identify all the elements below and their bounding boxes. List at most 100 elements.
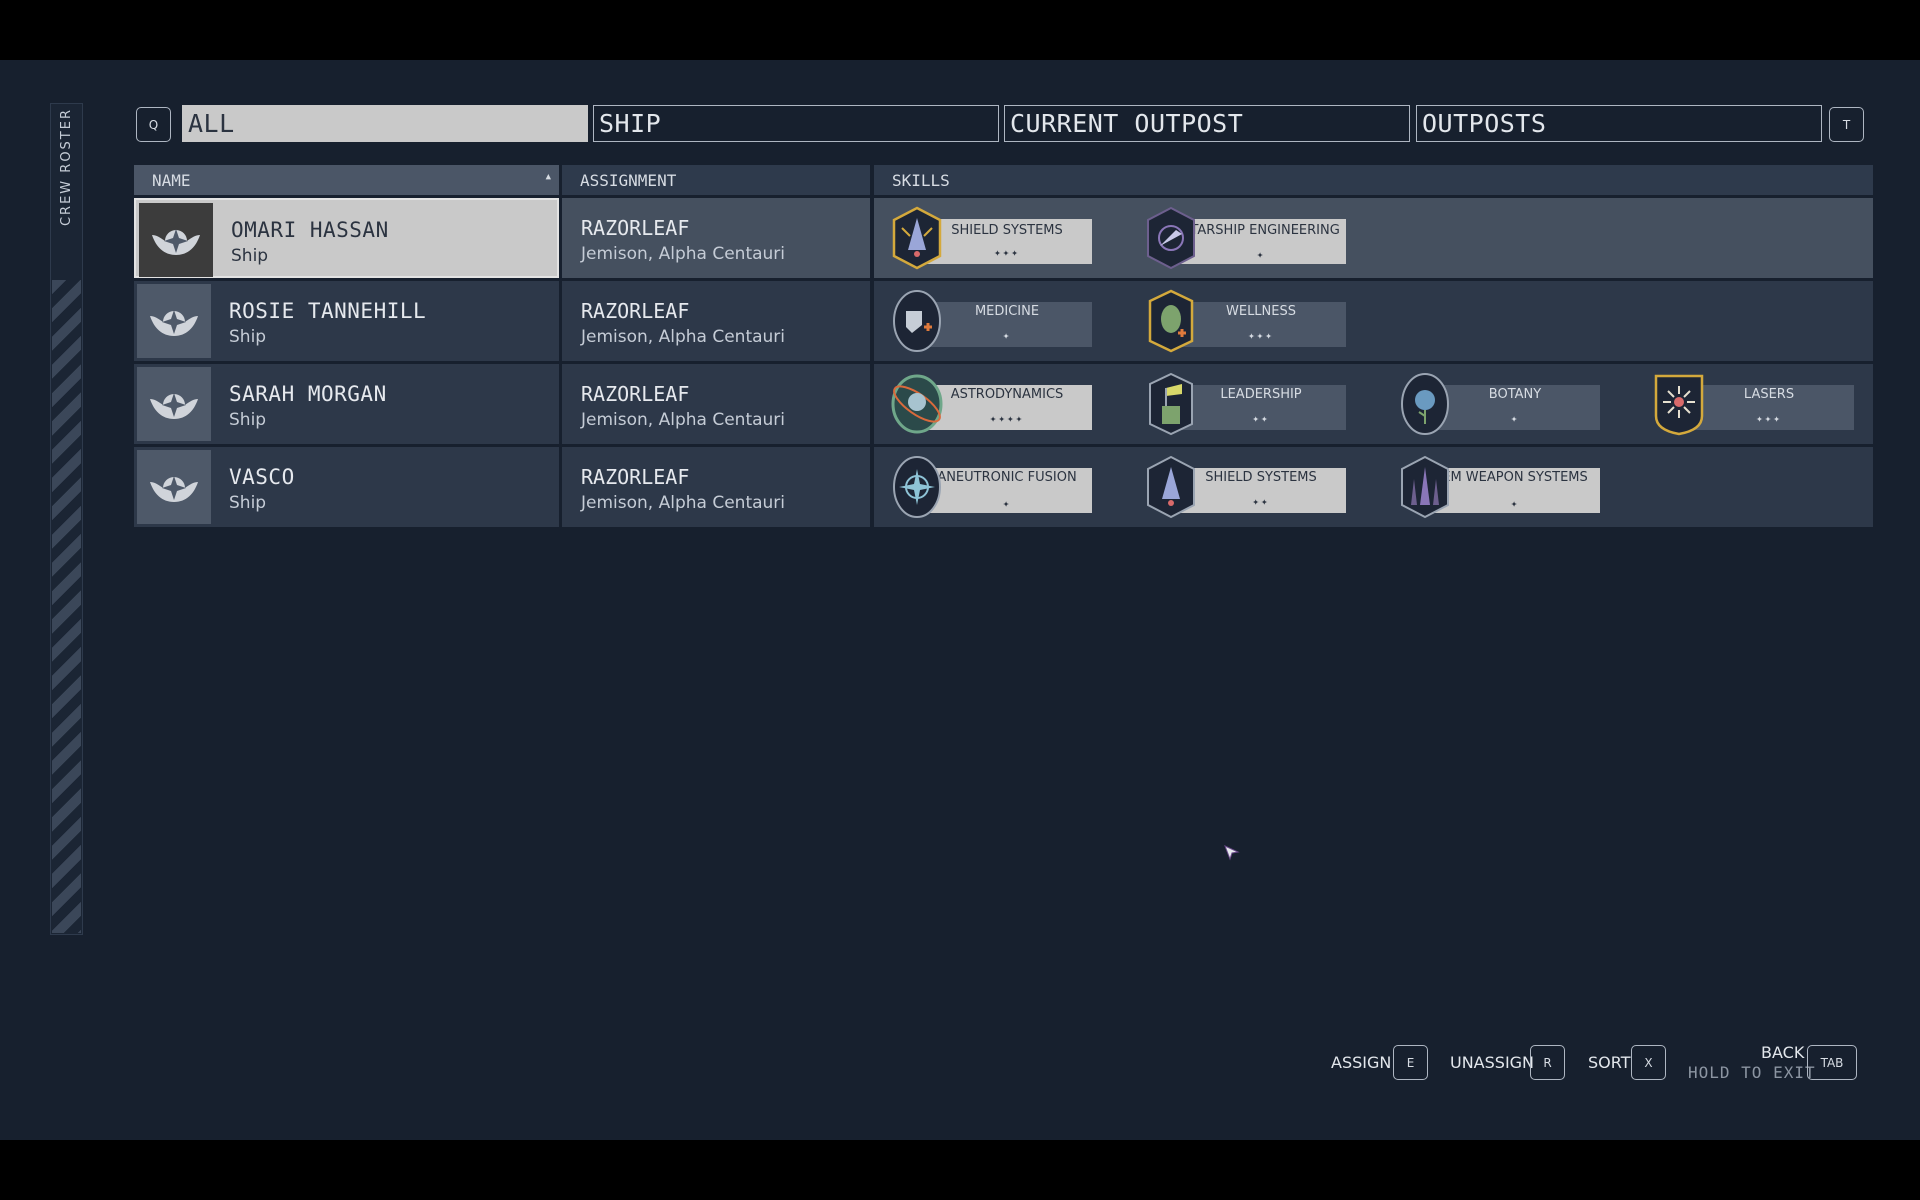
- hold-to-exit-label: HOLD TO EXIT: [1688, 1063, 1816, 1082]
- column-header-skills[interactable]: SKILLS: [874, 165, 1873, 195]
- medicine-patch-icon: [893, 290, 941, 352]
- assignment-ship: RAZORLEAF: [581, 465, 690, 489]
- skill-badge: ANEUTRONIC FUSION ✦: [892, 453, 1092, 521]
- assignment-cell: RAZORLEAF Jemison, Alpha Centauri: [562, 281, 870, 361]
- crew-name: OMARI HASSAN: [231, 218, 389, 242]
- starship-engineering-patch-icon: [1147, 206, 1195, 270]
- skill-badge: STARSHIP ENGINEERING ✦: [1146, 204, 1346, 272]
- skill-rank: ✦✦✦: [1248, 329, 1274, 342]
- assignment-ship: RAZORLEAF: [581, 216, 690, 240]
- avatar: [137, 284, 211, 358]
- aneutronic-fusion-patch-icon: [893, 456, 941, 518]
- leadership-patch-icon: [1149, 372, 1193, 436]
- skill-rank: ✦✦: [1252, 495, 1270, 508]
- tab-current-outpost[interactable]: CURRENT OUTPOST: [1004, 105, 1410, 142]
- crew-location: Ship: [231, 246, 269, 266]
- crew-location: Ship: [229, 493, 267, 513]
- skill-badge: LEADERSHIP ✦✦: [1146, 370, 1346, 438]
- shield-systems-patch-icon: [892, 206, 942, 270]
- skill-name: SHIELD SYSTEMS: [951, 223, 1063, 238]
- astrodynamics-patch-icon: [891, 374, 943, 434]
- lasers-patch-icon: [1654, 374, 1704, 436]
- tab-all[interactable]: ALL: [182, 105, 588, 142]
- crew-name: SARAH MORGAN: [229, 382, 387, 406]
- crew-emblem-icon: [152, 229, 200, 255]
- mouse-cursor-icon: [1224, 845, 1240, 861]
- prev-tab-key[interactable]: Q: [136, 107, 171, 142]
- assign-button[interactable]: E: [1393, 1045, 1428, 1080]
- skill-badge: WELLNESS ✦✦✦: [1146, 287, 1346, 355]
- skill-rank: ✦: [1510, 497, 1520, 510]
- crew-name: VASCO: [229, 465, 295, 489]
- skill-name: WELLNESS: [1226, 304, 1296, 319]
- skill-badge: EM WEAPON SYSTEMS ✦: [1400, 453, 1600, 521]
- avatar: [139, 203, 213, 277]
- skill-rank: ✦: [1256, 248, 1266, 261]
- skill-name: STARSHIP ENGINEERING: [1182, 223, 1340, 238]
- skill-badge: SHIELD SYSTEMS ✦✦✦: [892, 204, 1092, 272]
- tab-outposts[interactable]: OUTPOSTS: [1416, 105, 1822, 142]
- avatar: [137, 367, 211, 441]
- assignment-ship: RAZORLEAF: [581, 382, 690, 406]
- skill-name: BOTANY: [1488, 387, 1542, 402]
- column-header-assignment[interactable]: ASSIGNMENT: [562, 165, 870, 195]
- table-row[interactable]: OMARI HASSAN Ship RAZORLEAF Jemison, Alp…: [134, 198, 1873, 278]
- skill-name: LEADERSHIP: [1220, 387, 1302, 402]
- skill-name: ANEUTRONIC FUSION: [937, 470, 1077, 485]
- skill-name: EM WEAPON SYSTEMS: [1442, 470, 1588, 485]
- assignment-cell: RAZORLEAF Jemison, Alpha Centauri: [562, 364, 870, 444]
- crew-name: ROSIE TANNEHILL: [229, 299, 427, 323]
- skills-cell: ASTRODYNAMICS ✦✦✦✦ LEADERSHIP ✦✦ BOTANY …: [874, 364, 1873, 444]
- skill-name: LASERS: [1743, 387, 1795, 402]
- crew-emblem-icon: [150, 310, 198, 336]
- avatar: [137, 450, 211, 524]
- crew-emblem-icon: [150, 476, 198, 502]
- skill-name: MEDICINE: [974, 304, 1040, 319]
- crew-name-cell[interactable]: VASCO Ship: [134, 447, 559, 527]
- shield-systems-patch-icon: [1147, 455, 1195, 519]
- assignment-place: Jemison, Alpha Centauri: [581, 244, 786, 264]
- back-button[interactable]: TAB: [1807, 1045, 1857, 1080]
- crew-location: Ship: [229, 410, 267, 430]
- assignment-place: Jemison, Alpha Centauri: [581, 410, 786, 430]
- em-weapon-systems-patch-icon: [1401, 455, 1449, 519]
- skill-name: ASTRODYNAMICS: [950, 387, 1064, 402]
- tab-ship[interactable]: SHIP: [593, 105, 999, 142]
- unassign-button[interactable]: R: [1530, 1045, 1565, 1080]
- letterbox-top: [0, 0, 1920, 60]
- table-row[interactable]: VASCO Ship RAZORLEAF Jemison, Alpha Cent…: [134, 447, 1873, 527]
- crew-emblem-icon: [150, 393, 198, 419]
- table-row[interactable]: ROSIE TANNEHILL Ship RAZORLEAF Jemison, …: [134, 281, 1873, 361]
- skill-rank: ✦: [1510, 412, 1520, 425]
- crew-location: Ship: [229, 327, 267, 347]
- skills-cell: ANEUTRONIC FUSION ✦ SHIELD SYSTEMS ✦✦ EM…: [874, 447, 1873, 527]
- letterbox-bottom: [0, 1140, 1920, 1200]
- skill-rank: ✦✦✦: [994, 246, 1020, 259]
- skill-rank: ✦✦: [1252, 412, 1270, 425]
- assignment-place: Jemison, Alpha Centauri: [581, 327, 786, 347]
- next-tab-key[interactable]: T: [1829, 107, 1864, 142]
- skill-rank: ✦: [1002, 497, 1012, 510]
- crew-name-cell[interactable]: OMARI HASSAN Ship: [134, 198, 559, 278]
- crew-name-cell[interactable]: ROSIE TANNEHILL Ship: [134, 281, 559, 361]
- skill-badge: SHIELD SYSTEMS ✦✦: [1146, 453, 1346, 521]
- sort-button[interactable]: X: [1631, 1045, 1666, 1080]
- assignment-cell: RAZORLEAF Jemison, Alpha Centauri: [562, 198, 870, 278]
- assignment-ship: RAZORLEAF: [581, 299, 690, 323]
- skill-badge: MEDICINE ✦: [892, 287, 1092, 355]
- unassign-label: UNASSIGN: [1450, 1053, 1535, 1072]
- back-label: BACK: [1761, 1043, 1805, 1062]
- assignment-cell: RAZORLEAF Jemison, Alpha Centauri: [562, 447, 870, 527]
- crew-name-cell[interactable]: SARAH MORGAN Ship: [134, 364, 559, 444]
- skill-badge: ASTRODYNAMICS ✦✦✦✦: [891, 370, 1092, 438]
- assignment-place: Jemison, Alpha Centauri: [581, 493, 786, 513]
- column-header-assignment-label: ASSIGNMENT: [580, 170, 677, 190]
- sort-ascending-icon: ▲: [545, 172, 551, 182]
- column-header-name-label: NAME: [152, 170, 191, 190]
- skills-cell: SHIELD SYSTEMS ✦✦✦ STARSHIP ENGINEERING …: [874, 198, 1873, 278]
- sort-label: SORT: [1588, 1053, 1631, 1072]
- column-header-name[interactable]: NAME ▲: [134, 165, 559, 195]
- botany-patch-icon: [1401, 373, 1449, 435]
- skills-cell: MEDICINE ✦ WELLNESS ✦✦✦: [874, 281, 1873, 361]
- table-row[interactable]: SARAH MORGAN Ship RAZORLEAF Jemison, Alp…: [134, 364, 1873, 444]
